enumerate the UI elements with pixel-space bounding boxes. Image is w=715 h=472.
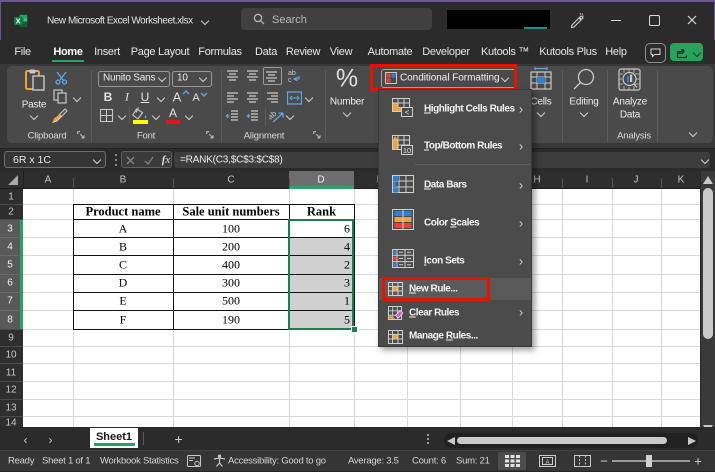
svg-text:ab: ab: [288, 70, 296, 77]
svg-text:A: A: [545, 460, 549, 466]
svg-text:10: 10: [403, 146, 411, 155]
svg-text:X: X: [16, 16, 21, 25]
svg-text:c: c: [288, 77, 292, 83]
svg-text:ab: ab: [269, 109, 279, 122]
svg-text:<: <: [405, 108, 410, 117]
